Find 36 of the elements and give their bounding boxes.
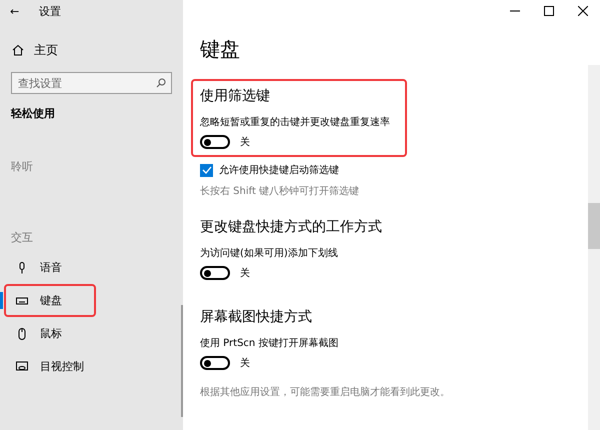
checkbox[interactable] — [200, 164, 213, 176]
home-icon — [12, 44, 24, 56]
setting-label: 忽略短暂或重复的击键并更改键盘重复速率 — [200, 116, 391, 129]
setting-label: 使用 PrtScn 按键打开屏幕截图 — [200, 336, 338, 350]
section-title: 屏幕截图快捷方式 — [200, 308, 313, 326]
checkbox-label: 允许使用快捷键启动筛选键 — [219, 164, 339, 177]
scrollbar[interactable] — [588, 65, 600, 430]
search-icon — [156, 78, 166, 88]
toggle-switch[interactable] — [200, 356, 230, 370]
section-title: 使用筛选键 — [200, 87, 271, 105]
toggle-state: 关 — [240, 356, 250, 370]
search-field[interactable]: 查找设置 — [11, 72, 172, 94]
note-text: 长按右 Shift 键八秒钟可打开筛选键 — [200, 184, 360, 198]
toggle-switch[interactable] — [200, 135, 230, 149]
toggle-state: 关 — [240, 266, 250, 280]
home-link[interactable]: 主页 — [34, 42, 58, 58]
monitor-eye-icon — [16, 360, 28, 372]
group-label: 聆听 — [11, 159, 34, 174]
section-title: 更改键盘快捷方式的工作方式 — [200, 218, 382, 236]
toggle-state: 关 — [240, 136, 250, 149]
nav-item[interactable]: 语音 — [40, 260, 62, 275]
page-title: 键盘 — [200, 36, 241, 63]
group-label: 交互 — [11, 230, 34, 245]
keyboard-icon — [16, 294, 28, 306]
close-icon[interactable] — [578, 6, 588, 16]
setting-label: 为访问键(如果可用)添加下划线 — [200, 246, 339, 260]
nav-item[interactable]: 鼠标 — [40, 326, 62, 341]
toggle-switch[interactable] — [200, 266, 230, 280]
window-title: 设置 — [39, 4, 62, 18]
nav-item[interactable]: 键盘 — [40, 293, 62, 308]
category-title: 轻松使用 — [11, 106, 56, 121]
mouse-icon — [16, 328, 28, 340]
back-button[interactable]: ← — [10, 4, 20, 18]
nav-item[interactable]: 目视控制 — [40, 359, 84, 374]
maximize-icon[interactable] — [544, 6, 554, 16]
note-text: 根据其他应用设置，可能需要重启电脑才能看到此更改。 — [200, 386, 451, 399]
